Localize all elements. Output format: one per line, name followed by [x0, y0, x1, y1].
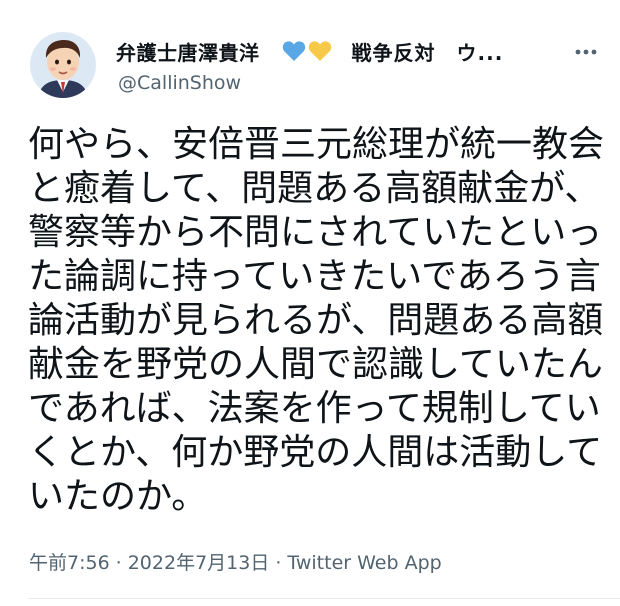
tweet-text-line: いたのか。 [28, 476, 208, 517]
author-row: 弁護士唐澤貴洋 戦争反対 ウ... [116, 36, 556, 66]
tweet-text-line: と癒着して、問題ある高額献金が、 [28, 168, 601, 209]
divider [28, 598, 620, 599]
tweet-text-line: くとか、何か野党の人間は活動して [28, 432, 603, 473]
heart-emojis [282, 40, 332, 62]
tweet-text-line: 何やら、安倍晋三元総理が統一教会 [28, 124, 605, 165]
tweet-text-line: た論調に持っていきたいであろう言 [28, 256, 601, 297]
tweet-text-line: 献金を野党の人間で認識していたん [28, 344, 603, 385]
tweet-text-line: 論活動が見られるが、問題ある高額 [28, 300, 604, 341]
tweet-text-line: 警察等から不問にされていたといっ [28, 212, 603, 253]
meta-separator: · [275, 552, 282, 574]
blue-heart-icon [282, 41, 305, 61]
yellow-heart-icon [308, 41, 331, 61]
tweet-date[interactable]: 2022年7月13日 [128, 552, 270, 574]
tweet-card: 弁護士唐澤貴洋 戦争反対 ウ... @CallinShow 何やら、安倍晋三元総… [0, 0, 620, 606]
tweet-time[interactable]: 午前7:56 [29, 552, 110, 574]
more-options-button[interactable] [564, 30, 608, 74]
tweet-source[interactable]: Twitter Web App [287, 552, 441, 574]
display-name-suffix[interactable]: 戦争反対 ウ... [352, 37, 504, 66]
avatar-cartoon-image [30, 32, 96, 98]
tweet-text: 何やら、安倍晋三元総理が統一教会 と癒着して、問題ある高額献金が、 警察等から不… [28, 123, 613, 519]
avatar[interactable] [30, 32, 96, 98]
meta-separator: · [115, 552, 122, 574]
tweet-text-line: であれば、法案を作って規制してい [28, 388, 601, 429]
tweet-meta: 午前7:56 · 2022年7月13日 · Twitter Web App [29, 548, 442, 575]
more-dots-icon [575, 49, 597, 55]
user-handle[interactable]: @CallinShow [118, 72, 241, 94]
display-name[interactable]: 弁護士唐澤貴洋 [116, 37, 260, 66]
